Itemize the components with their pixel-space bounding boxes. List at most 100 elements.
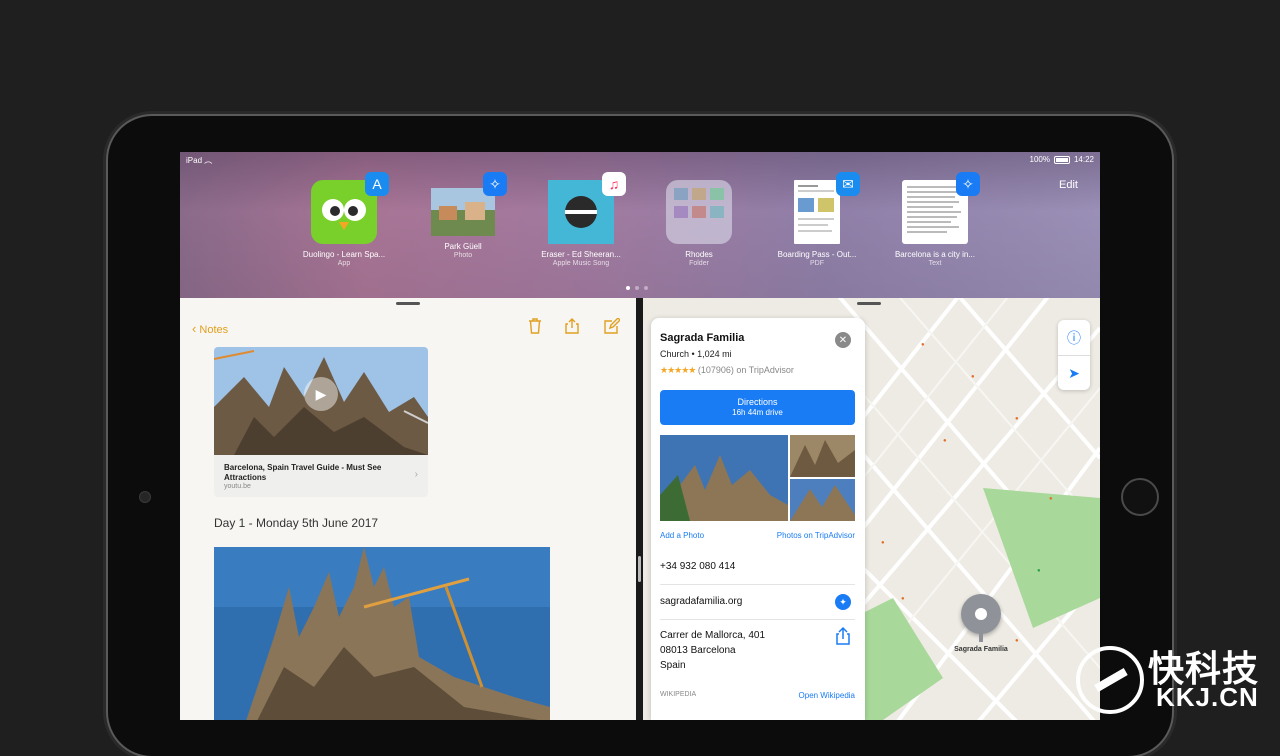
- folder-icon: [666, 180, 732, 244]
- shelf-item-barcelona-text[interactable]: ✧ Barcelona is a city in... Text: [880, 172, 990, 267]
- map-pin-tail: [979, 632, 983, 642]
- map-poi: ●: [901, 596, 905, 602]
- trash-icon[interactable]: [528, 318, 542, 339]
- shelf-item-park-guell[interactable]: ✧ Park Güell Photo: [408, 172, 518, 259]
- open-wikipedia-link[interactable]: Open Wikipedia: [799, 691, 855, 700]
- website-link: sagradafamilia.org: [660, 596, 743, 607]
- shelf-item-title: Duolingo - Learn Spa...: [302, 250, 386, 259]
- device-name: iPad: [186, 156, 203, 165]
- rating-stars: ★★★★★: [660, 365, 696, 375]
- directions-button[interactable]: Directions 16h 44m drive: [660, 390, 855, 425]
- phone-number: +34 932 080 414: [660, 561, 736, 572]
- add-photo-link[interactable]: Add a Photo: [660, 531, 704, 540]
- shelf-item-rhodes[interactable]: Rhodes Folder: [644, 180, 754, 267]
- website-row[interactable]: sagradafamilia.org ✦: [660, 585, 855, 620]
- address-line: Carrer de Mallorca, 401: [660, 630, 766, 641]
- info-icon[interactable]: ⓘ: [1058, 320, 1090, 356]
- sagrada-familia-photo[interactable]: [214, 547, 550, 720]
- map-poi: ●: [921, 342, 925, 348]
- map-pin[interactable]: [961, 594, 1001, 634]
- video-source: youtu.be: [224, 483, 251, 490]
- address-line: 08013 Barcelona: [660, 645, 736, 656]
- map-pin-label: Sagrada Familia: [954, 646, 1008, 653]
- home-button[interactable]: [1121, 478, 1159, 516]
- directions-label: Directions: [737, 397, 778, 407]
- directions-time: 16h 44m drive: [732, 408, 783, 417]
- shelf-item-boarding-pass[interactable]: ✉ Boarding Pass - Out... PDF: [762, 172, 872, 267]
- music-icon: ♫: [602, 172, 626, 196]
- chevron-right-icon: ›: [414, 469, 418, 480]
- edit-button[interactable]: Edit: [1059, 179, 1078, 191]
- pdf-thumbnail: ✉: [794, 172, 860, 244]
- play-button[interactable]: ▶: [304, 377, 338, 411]
- compose-icon[interactable]: [604, 317, 621, 339]
- wifi-icon: ︵: [204, 156, 213, 165]
- shelf-item-title: Eraser - Ed Sheeran...: [541, 250, 621, 259]
- shelf-item-title: Rhodes: [685, 250, 713, 259]
- duolingo-app-icon: A: [311, 172, 389, 244]
- maps-grabber[interactable]: [857, 302, 881, 305]
- shelf-item-eraser[interactable]: ♫ Eraser - Ed Sheeran... Apple Music Son…: [526, 172, 636, 267]
- place-card: Sagrada Familia Church • 1,024 mi ✕ ★★★★…: [651, 318, 865, 720]
- text-thumbnail: ✧: [902, 172, 980, 244]
- app-switcher: iPad ︵ 100% 14:22 Edit A Duolingo - Lear…: [180, 152, 1100, 298]
- divider-handle[interactable]: [638, 556, 641, 582]
- battery-percent: 100%: [1029, 155, 1050, 164]
- status-bar-right: 100% 14:22: [1030, 155, 1095, 164]
- rating-row[interactable]: ★★★★★ (107906) on TripAdvisor: [660, 365, 794, 376]
- shelf-item-title: Barcelona is a city in...: [894, 250, 976, 259]
- map-poi: ●: [943, 438, 947, 444]
- shelf-item-subtitle: App: [337, 260, 351, 267]
- ipad-screen: iPad ︵ 100% 14:22 Edit A Duolingo - Lear…: [180, 152, 1100, 720]
- rating-count: (107906) on TripAdvisor: [697, 365, 794, 375]
- shelf-item-subtitle: Folder: [689, 260, 709, 267]
- shelf-item-subtitle: Text: [928, 260, 942, 267]
- shelf-item-subtitle: Photo: [453, 252, 473, 259]
- page-dot: [626, 286, 630, 290]
- place-meta: Church • 1,024 mi: [660, 349, 732, 359]
- wikipedia-label: WIKIPEDIA: [660, 691, 697, 698]
- address-line: Spain: [660, 660, 686, 671]
- notes-pane: ‹ Notes ▶ Barcelona, Spain Travel Guide …: [180, 298, 636, 720]
- map-poi: ●: [971, 374, 975, 380]
- compass-icon[interactable]: ✦: [835, 594, 851, 610]
- split-view-divider[interactable]: [636, 298, 643, 720]
- map-controls: ⓘ ➤: [1058, 320, 1090, 390]
- map-poi: ●: [1037, 568, 1041, 574]
- address-row[interactable]: Carrer de Mallorca, 401 08013 Barcelona …: [660, 620, 855, 680]
- page-dot: [644, 286, 648, 290]
- chevron-left-icon: ‹: [192, 321, 197, 336]
- map-poi: ●: [881, 540, 885, 546]
- note-heading: Day 1 - Monday 5th June 2017: [214, 516, 379, 530]
- maps-pane[interactable]: ● ● ● ● ● ● ● ● ● ● ⓘ ➤ Sagrada Familia …: [643, 298, 1100, 720]
- map-poi: ●: [1015, 638, 1019, 644]
- share-icon[interactable]: [835, 626, 851, 646]
- shelf-item-duolingo[interactable]: A Duolingo - Learn Spa... App: [289, 172, 399, 267]
- album-art: ♫: [548, 172, 626, 244]
- mail-icon: ✉: [836, 172, 860, 196]
- app-store-icon: A: [365, 172, 389, 196]
- place-name: Sagrada Familia: [660, 332, 745, 344]
- notes-grabber[interactable]: [396, 302, 420, 305]
- place-photos[interactable]: [660, 435, 855, 521]
- map-poi: ●: [1049, 496, 1053, 502]
- shelf-item-subtitle: Apple Music Song: [552, 260, 610, 267]
- safari-icon: ✧: [483, 172, 507, 196]
- notes-back-button[interactable]: ‹ Notes: [192, 321, 228, 336]
- battery-icon: [1053, 155, 1070, 164]
- page-dot: [635, 286, 639, 290]
- location-arrow-icon[interactable]: ➤: [1058, 356, 1090, 391]
- notes-back-label: Notes: [199, 324, 229, 336]
- kkj-watermark: 快科技 KKJ.CN: [1072, 638, 1280, 720]
- safari-icon: ✧: [956, 172, 980, 196]
- share-icon[interactable]: [565, 318, 579, 339]
- shelf-item-title: Park Güell: [444, 242, 482, 251]
- watermark-logo: [1076, 646, 1144, 714]
- map-poi: ●: [1015, 416, 1019, 422]
- video-link-card[interactable]: ▶ Barcelona, Spain Travel Guide - Must S…: [214, 347, 428, 497]
- page-indicator[interactable]: [626, 286, 648, 290]
- phone-row[interactable]: +34 932 080 414: [660, 550, 855, 585]
- tripadvisor-photos-link[interactable]: Photos on TripAdvisor: [777, 531, 855, 540]
- watermark-text-en: KKJ.CN: [1156, 682, 1259, 712]
- close-button[interactable]: ✕: [835, 332, 851, 348]
